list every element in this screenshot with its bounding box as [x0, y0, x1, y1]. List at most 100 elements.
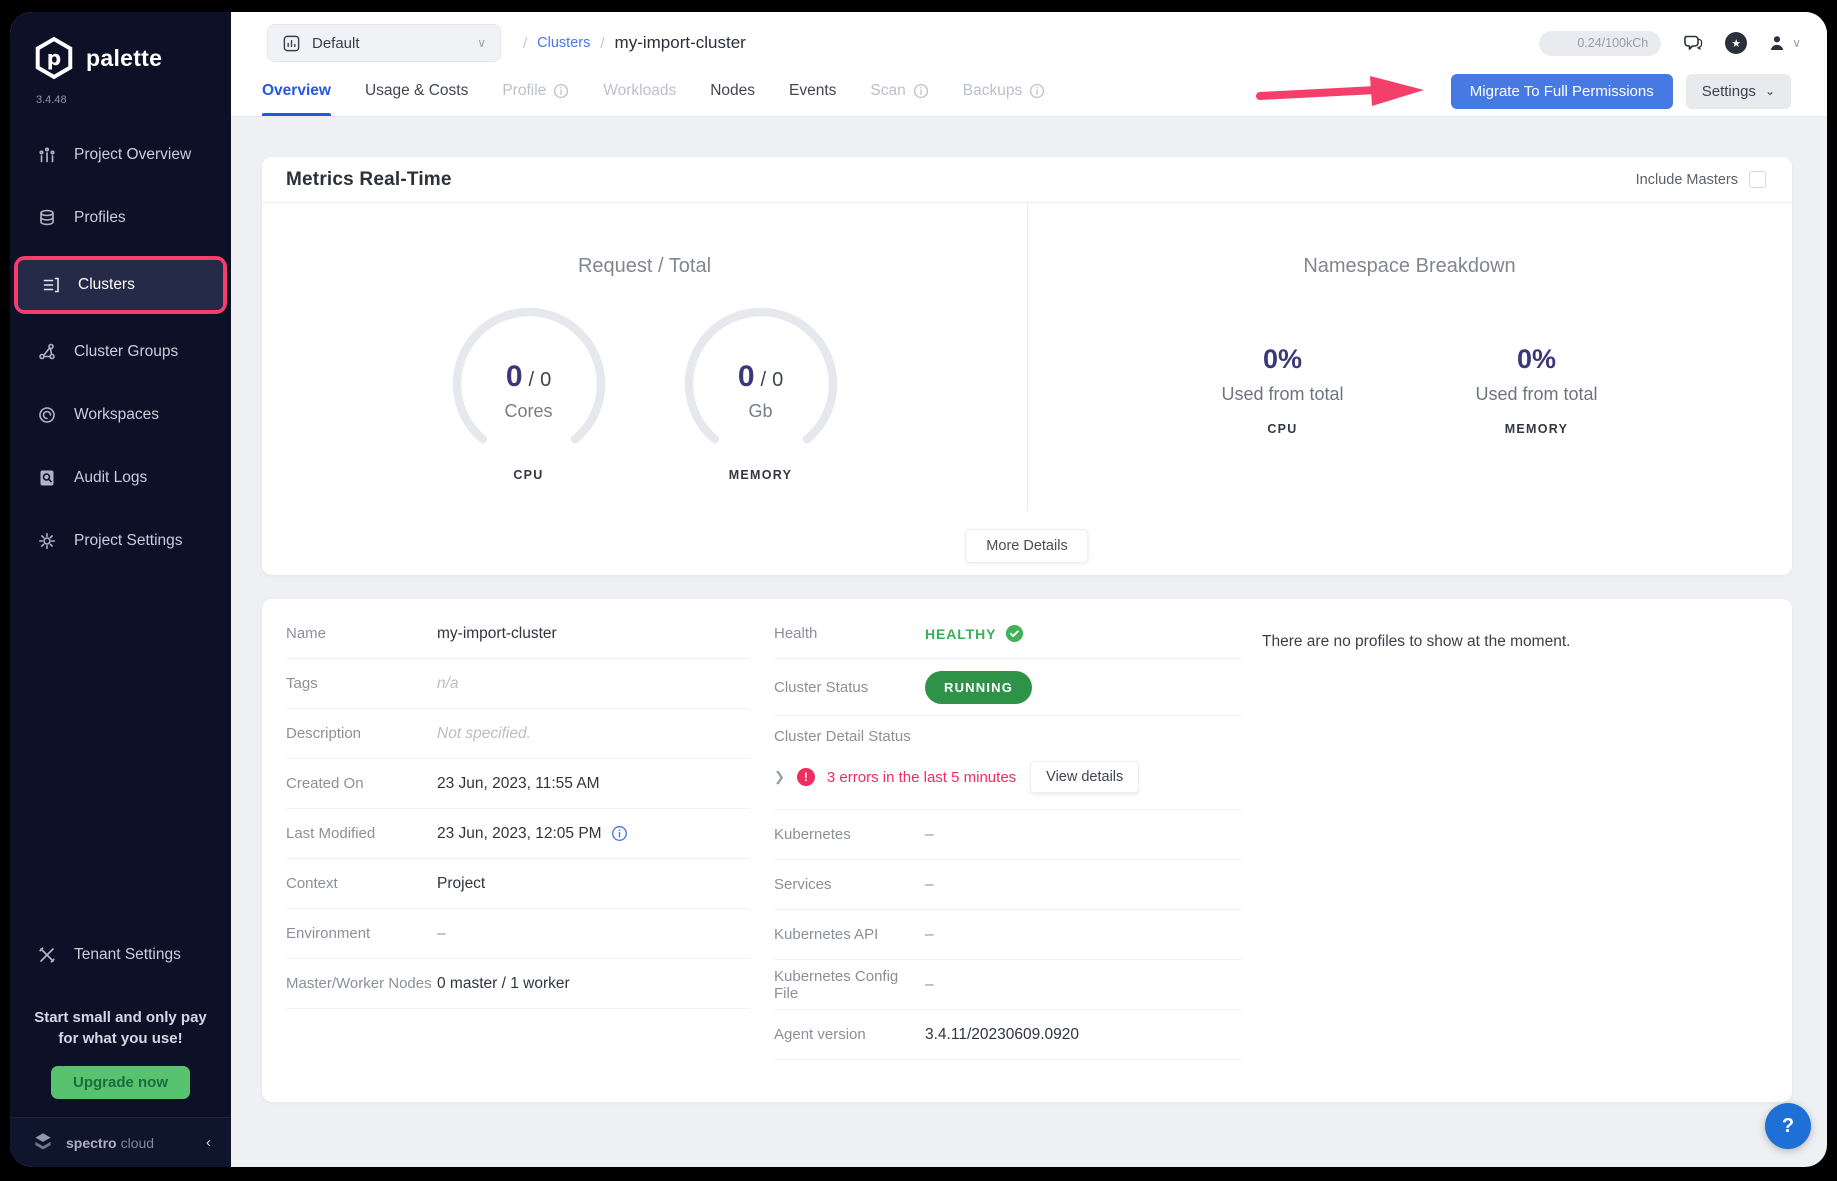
check-circle-icon — [1005, 624, 1024, 643]
chat-icon[interactable] — [1681, 31, 1705, 55]
detail-row-description: Description Not specified. — [286, 709, 750, 759]
detail-label: Agent version — [774, 1026, 925, 1043]
sidebar-item-tenant-settings[interactable]: Tenant Settings — [10, 930, 231, 980]
detail-label: Environment — [286, 925, 437, 942]
cluster-detail-status: Cluster Detail Status ❯ 3 errors in the … — [774, 716, 1242, 810]
details-column-left: Name my-import-cluster Tags n/a Descript… — [286, 609, 750, 1102]
palette-logo-icon: p — [32, 36, 76, 80]
detail-row-health: Health HEALTHY — [774, 609, 1242, 659]
namespace-cpu-stat: 0% Used from total CPU — [1208, 344, 1358, 436]
migrate-permissions-button[interactable]: Migrate To Full Permissions — [1451, 74, 1673, 109]
tabs: Overview Usage & Costs Profile — [262, 66, 1045, 116]
tools-icon — [36, 944, 58, 966]
brand: p palette 3.4.48 — [10, 12, 231, 106]
detail-value: 3.4.11/20230609.0920 — [925, 1026, 1079, 1044]
info-icon — [913, 83, 929, 99]
stat-percentage: 0% — [1517, 344, 1556, 375]
help-button[interactable]: ? — [1765, 1103, 1811, 1149]
namespace-breakdown-panel: Namespace Breakdown 0% Used from total C… — [1027, 203, 1792, 575]
spectro-cloud-logo-icon — [30, 1130, 56, 1156]
detail-row-agent-version: Agent version 3.4.11/20230609.0920 — [774, 1010, 1242, 1060]
sidebar-nav: Project Overview Profiles — [10, 130, 231, 579]
tab-label: Profile — [502, 82, 546, 100]
status-badge: RUNNING — [925, 671, 1032, 704]
sidebar-item-clusters[interactable]: Clusters — [18, 260, 223, 310]
user-menu[interactable]: ∨ — [1767, 33, 1801, 53]
user-icon — [1767, 33, 1787, 53]
sidebar-item-profiles[interactable]: Profiles — [10, 193, 231, 243]
sidebar-footer: spectro cloud ‹ — [10, 1117, 231, 1167]
view-details-button[interactable]: View details — [1030, 761, 1139, 793]
rings-icon — [36, 404, 58, 426]
detail-label: Tags — [286, 675, 437, 692]
app-window: p palette 3.4.48 Project Overview — [10, 12, 1827, 1167]
more-details-button[interactable]: More Details — [965, 529, 1088, 563]
tab-usage-costs[interactable]: Usage & Costs — [365, 66, 468, 116]
gauge-separator: / — [529, 369, 535, 392]
tab-backups: Backups — [963, 66, 1045, 116]
chevron-down-icon: ⌄ — [1765, 84, 1775, 98]
sidebar-item-label: Project Overview — [74, 146, 191, 164]
sidebar-item-project-overview[interactable]: Project Overview — [10, 130, 231, 180]
sidebar-item-project-settings[interactable]: Project Settings — [10, 516, 231, 566]
main-area: Default ∨ / Clusters / my-import-cluster… — [231, 12, 1827, 1167]
usage-badge: 0.24/100kCh — [1539, 31, 1661, 56]
gauge-value: 0 — [738, 360, 755, 394]
gauge-unit: Gb — [748, 401, 772, 422]
page-title: my-import-cluster — [615, 33, 746, 53]
tab-events[interactable]: Events — [789, 66, 836, 116]
tab-label: Usage & Costs — [365, 82, 468, 100]
detail-label: Name — [286, 625, 437, 642]
upgrade-now-button[interactable]: Upgrade now — [51, 1066, 190, 1099]
expand-chevron-icon[interactable]: ❯ — [774, 769, 785, 785]
request-total-panel: Request / Total 0 — [262, 203, 1027, 575]
detail-value: – — [925, 926, 934, 944]
namespace-title: Namespace Breakdown — [1303, 255, 1515, 278]
annotation-highlight-box: Clusters — [14, 256, 227, 314]
stat-label: Used from total — [1475, 384, 1597, 405]
cpu-gauge: 0 / 0 Cores CPU — [449, 304, 609, 482]
detail-value: Project — [437, 875, 485, 893]
detail-value: n/a — [437, 675, 459, 693]
tab-nodes[interactable]: Nodes — [710, 66, 755, 116]
annotation-arrow-icon — [1254, 71, 1432, 111]
vertical-divider — [1027, 203, 1028, 511]
settings-button[interactable]: Settings ⌄ — [1686, 74, 1791, 109]
collapse-sidebar-icon[interactable]: ‹ — [206, 1134, 211, 1151]
detail-label: Cluster Status — [774, 679, 925, 696]
cluster-details-card: Name my-import-cluster Tags n/a Descript… — [262, 599, 1792, 1102]
sidebar-item-label: Tenant Settings — [74, 946, 181, 964]
info-icon[interactable] — [611, 825, 628, 842]
metrics-header: Metrics Real-Time Include Masters — [262, 157, 1792, 203]
project-selector[interactable]: Default ∨ — [267, 24, 501, 62]
detail-value: – — [925, 876, 934, 894]
gauge-total: 0 — [540, 369, 551, 392]
content: Metrics Real-Time Include Masters Reques… — [231, 117, 1827, 1167]
header-right: 0.24/100kCh ∨ — [1539, 31, 1801, 56]
sidebar-item-audit-logs[interactable]: Audit Logs — [10, 453, 231, 503]
memory-gauge: 0 / 0 Gb MEMORY — [681, 304, 841, 482]
tab-overview[interactable]: Overview — [262, 66, 331, 116]
detail-label: Master/Worker Nodes — [286, 975, 437, 992]
breadcrumb: / Clusters / my-import-cluster — [523, 33, 746, 53]
include-masters-checkbox[interactable] — [1749, 171, 1766, 188]
include-masters: Include Masters — [1636, 171, 1766, 188]
gauge-caption: MEMORY — [729, 468, 793, 482]
detail-row-services: Services – — [774, 860, 1242, 910]
tab-label: Scan — [870, 82, 905, 100]
gauge-total: 0 — [772, 369, 783, 392]
detail-label: Kubernetes Config File — [774, 968, 925, 1002]
sidebar: p palette 3.4.48 Project Overview — [10, 12, 231, 1167]
detail-label: Kubernetes API — [774, 926, 925, 943]
gauge-unit: Cores — [504, 401, 552, 422]
metrics-title: Metrics Real-Time — [286, 169, 452, 191]
sidebar-item-label: Audit Logs — [74, 469, 147, 487]
breadcrumb-separator: / — [523, 35, 527, 52]
gauge-separator: / — [761, 369, 767, 392]
star-icon[interactable] — [1725, 32, 1747, 54]
breadcrumb-clusters-link[interactable]: Clusters — [537, 35, 590, 51]
sidebar-item-cluster-groups[interactable]: Cluster Groups — [10, 327, 231, 377]
header-actions: Migrate To Full Permissions Settings ⌄ — [1254, 71, 1791, 111]
detail-row-environment: Environment – — [286, 909, 750, 959]
sidebar-item-workspaces[interactable]: Workspaces — [10, 390, 231, 440]
